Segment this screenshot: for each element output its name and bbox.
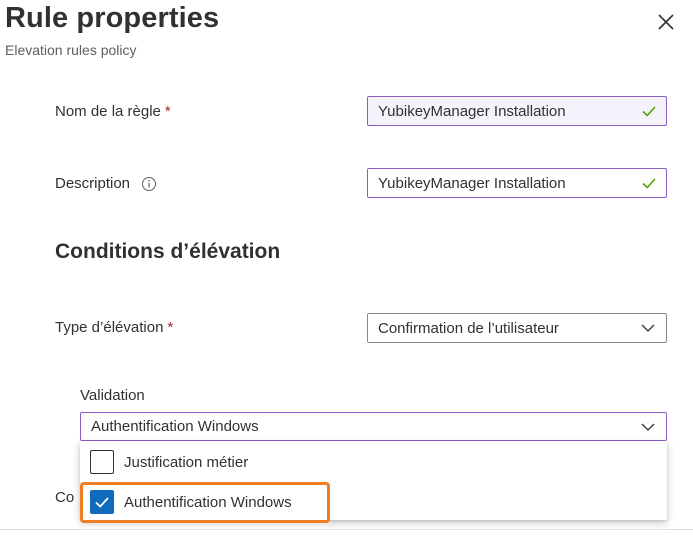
option-justification-metier[interactable]: Justification métier (90, 447, 248, 477)
page-title: Rule properties (5, 2, 220, 34)
validation-value: Authentification Windows (91, 418, 259, 435)
info-icon[interactable] (141, 176, 157, 192)
elevation-type-value: Confirmation de l’utilisateur (378, 319, 559, 337)
description-value: YubikeyManager Installation (378, 174, 566, 192)
checkmark-icon (642, 106, 656, 117)
validation-dropdown[interactable]: Authentification Windows (80, 412, 667, 441)
option-authentification-windows[interactable]: Authentification Windows (90, 487, 292, 517)
rule-properties-panel: Rule properties Elevation rules policy N… (0, 0, 693, 535)
option-label: Authentification Windows (124, 493, 292, 511)
validation-label-text: Validation (80, 387, 145, 404)
checkmark-icon (95, 497, 109, 508)
partial-label: Co (55, 489, 75, 506)
page-subtitle: Elevation rules policy (5, 42, 137, 58)
close-icon (658, 14, 674, 30)
description-field[interactable]: YubikeyManager Installation (367, 168, 667, 198)
checkbox-checked[interactable] (90, 490, 114, 514)
elevation-type-dropdown[interactable]: Confirmation de l’utilisateur (367, 313, 667, 343)
chevron-down-icon (641, 423, 655, 431)
elevation-type-label: Type d’élévation * (55, 319, 173, 336)
validation-options-list: Justification métier Authentification Wi… (80, 441, 667, 520)
validation-label: Validation (80, 387, 145, 404)
chevron-down-icon (641, 324, 655, 332)
section-title: Conditions d’élévation (55, 240, 281, 263)
rule-name-label-text: Nom de la règle (55, 103, 161, 120)
description-label: Description (55, 175, 157, 192)
checkmark-icon (642, 178, 656, 189)
rule-name-value: YubikeyManager Installation (378, 102, 566, 120)
rule-name-field[interactable]: YubikeyManager Installation (367, 96, 667, 126)
description-label-text: Description (55, 175, 131, 192)
required-marker: * (167, 319, 174, 336)
checkbox-unchecked[interactable] (90, 450, 114, 474)
close-button[interactable] (652, 8, 680, 36)
required-marker: * (164, 103, 171, 120)
divider (0, 529, 693, 530)
rule-name-label: Nom de la règle * (55, 103, 171, 120)
elevation-type-label-text: Type d’élévation (55, 319, 164, 336)
option-label: Justification métier (124, 453, 249, 471)
